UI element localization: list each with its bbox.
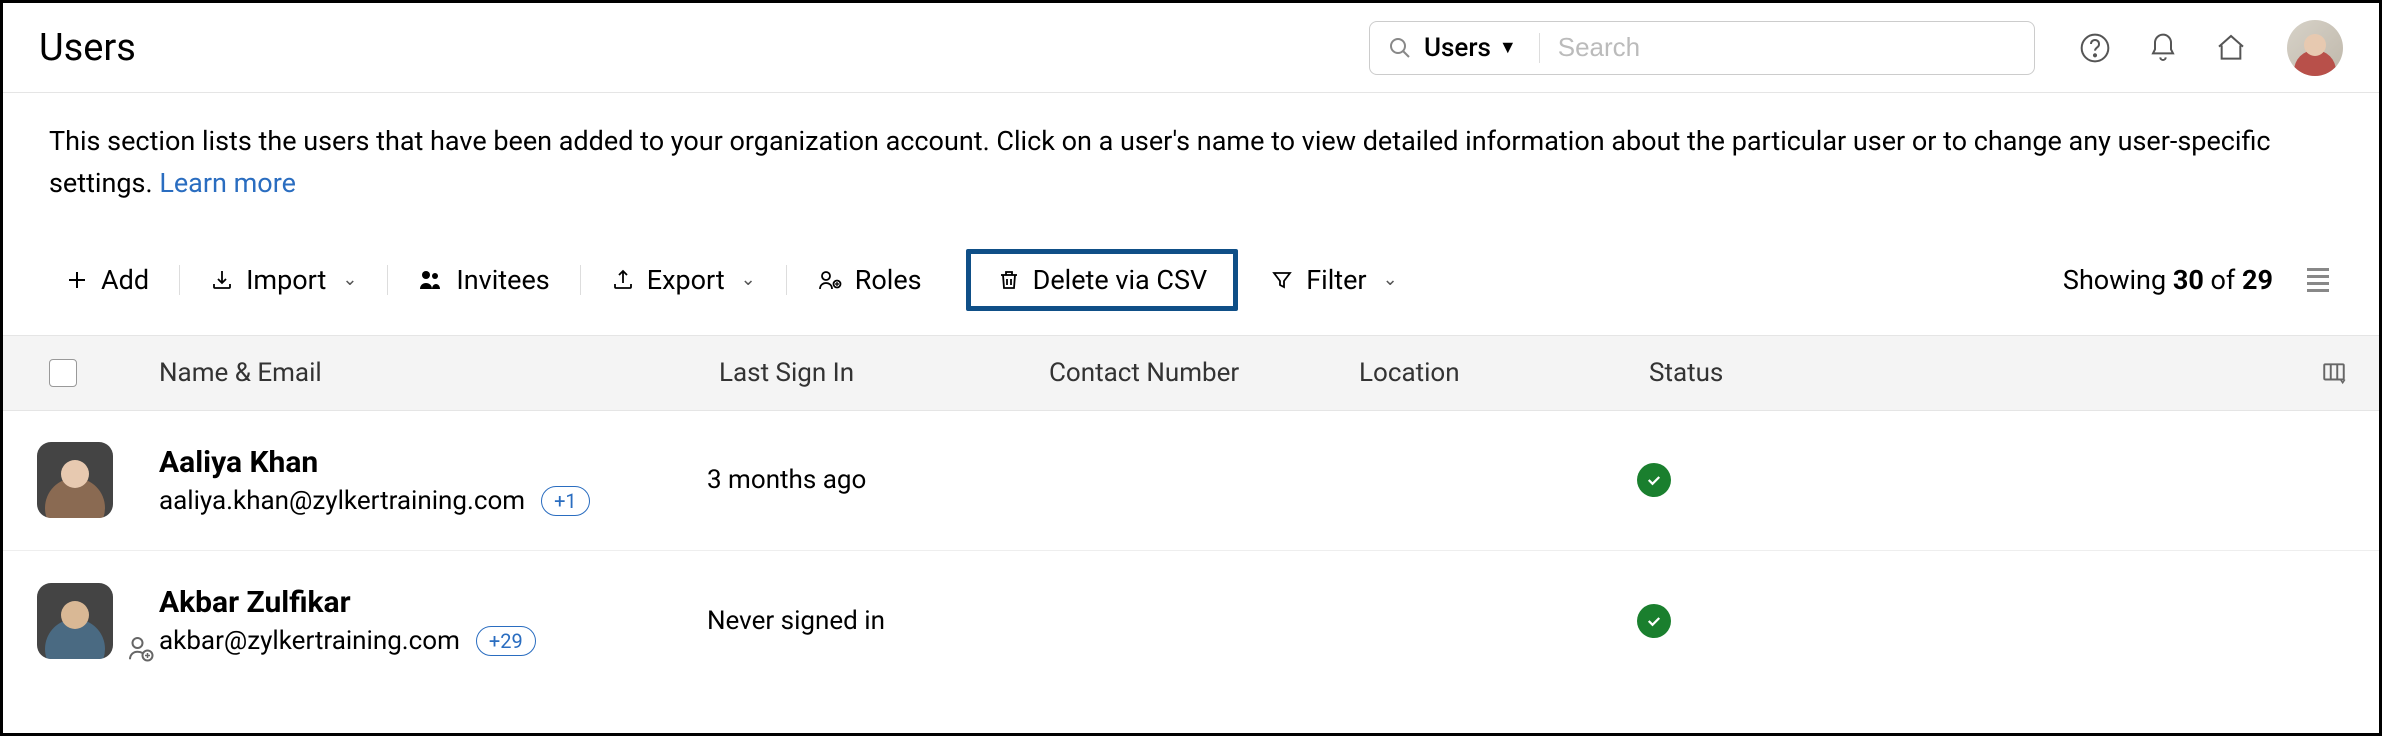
roles-icon [817, 268, 843, 292]
admin-badge-icon [125, 633, 155, 663]
showing-total: 29 [2242, 264, 2273, 296]
bell-icon[interactable] [2143, 28, 2183, 68]
columns-icon [2321, 360, 2347, 386]
export-icon [611, 268, 635, 292]
delete-via-csv-label: Delete via CSV [1033, 264, 1208, 296]
select-all-checkbox[interactable] [49, 359, 77, 387]
delete-via-csv-button[interactable]: Delete via CSV [966, 249, 1239, 311]
invitees-label: Invitees [456, 264, 549, 296]
chevron-down-icon: ⌄ [342, 269, 357, 290]
alias-count-badge[interactable]: +29 [476, 626, 536, 656]
density-toggle[interactable] [2303, 264, 2333, 296]
status-active-icon [1637, 463, 1671, 497]
chevron-down-icon: ⌄ [741, 269, 756, 290]
chevron-down-icon: ⌄ [1383, 269, 1398, 290]
import-button[interactable]: Import ⌄ [194, 258, 373, 302]
separator [179, 265, 180, 295]
filter-icon [1270, 268, 1294, 292]
showing-prefix: Showing [2063, 264, 2173, 296]
filter-button[interactable]: Filter ⌄ [1254, 258, 1413, 302]
search-scope-label: Users [1424, 33, 1491, 63]
user-email: akbar@zylkertraining.com [159, 626, 460, 656]
user-avatar[interactable] [37, 442, 113, 518]
search-scope-dropdown[interactable]: Users ▼ [1412, 33, 1540, 63]
user-name-link[interactable]: Aaliya Khan [159, 445, 707, 480]
add-label: Add [101, 264, 149, 296]
status-active-icon [1637, 604, 1671, 638]
invitees-icon [418, 268, 444, 292]
showing-number: 30 [2173, 264, 2204, 296]
export-button[interactable]: Export ⌄ [595, 258, 772, 302]
alias-count-badge[interactable]: +1 [541, 486, 590, 516]
table-header: Name & Email Last Sign In Contact Number… [3, 335, 2379, 411]
col-signin: Last Sign In [719, 358, 1049, 388]
status-cell [1637, 463, 2287, 497]
last-signin: 3 months ago [707, 465, 1037, 495]
export-label: Export [647, 264, 725, 296]
page-title: Users [39, 26, 136, 70]
learn-more-link[interactable]: Learn more [159, 167, 296, 199]
filter-label: Filter [1306, 264, 1366, 296]
col-contact: Contact Number [1049, 358, 1359, 388]
showing-of: of [2204, 264, 2242, 296]
table-row: Aaliya Khan aaliya.khan@zylkertraining.c… [3, 411, 2379, 551]
invitees-button[interactable]: Invitees [402, 258, 565, 302]
separator [580, 265, 581, 295]
search-input[interactable] [1558, 32, 2016, 63]
separator [387, 265, 388, 295]
col-status: Status [1649, 358, 2287, 388]
roles-button[interactable]: Roles [801, 258, 938, 302]
trash-icon [997, 268, 1021, 292]
roles-label: Roles [855, 264, 922, 296]
search-icon [1388, 36, 1412, 60]
import-icon [210, 268, 234, 292]
user-name-link[interactable]: Akbar Zulfikar [159, 585, 707, 620]
last-signin: Never signed in [707, 606, 1037, 636]
status-cell [1637, 604, 2287, 638]
table-row: Akbar Zulfikar akbar@zylkertraining.com … [3, 551, 2379, 691]
separator [786, 265, 787, 295]
profile-avatar[interactable] [2287, 20, 2343, 76]
import-label: Import [246, 264, 326, 296]
user-avatar[interactable] [37, 583, 113, 659]
showing-count: Showing 30 of 29 [2063, 264, 2273, 296]
column-config-button[interactable] [2287, 360, 2347, 386]
home-icon[interactable] [2211, 28, 2251, 68]
global-search[interactable]: Users ▼ [1369, 21, 2035, 75]
caret-down-icon: ▼ [1499, 37, 1517, 58]
page-description: This section lists the users that have b… [3, 93, 2379, 205]
plus-icon [65, 268, 89, 292]
help-icon[interactable] [2075, 28, 2115, 68]
col-name: Name & Email [159, 358, 719, 388]
user-email: aaliya.khan@zylkertraining.com [159, 486, 525, 516]
col-location: Location [1359, 358, 1649, 388]
description-text: This section lists the users that have b… [49, 125, 2271, 199]
add-button[interactable]: Add [49, 258, 165, 302]
